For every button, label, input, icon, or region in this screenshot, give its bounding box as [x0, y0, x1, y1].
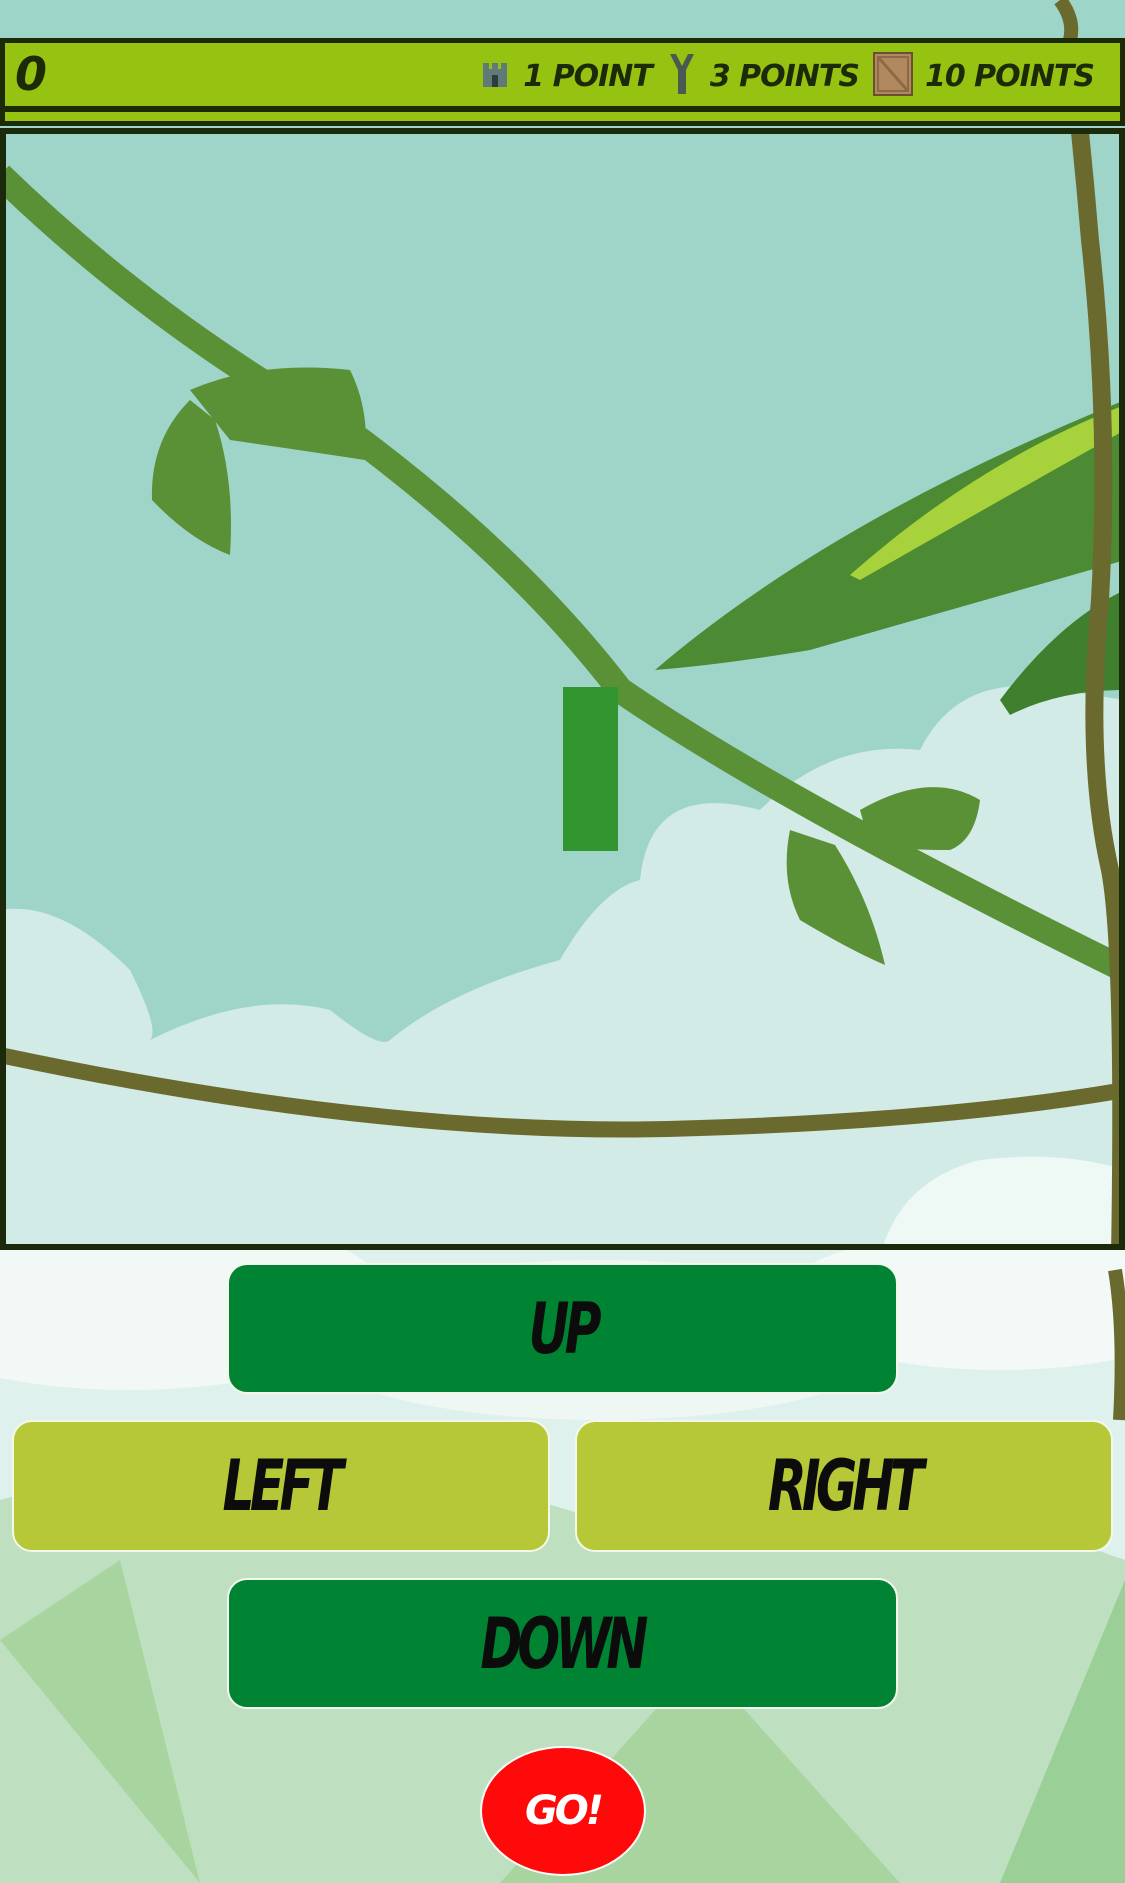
right-button[interactable]: RIGHT [575, 1420, 1113, 1552]
score-value: 0 [15, 47, 47, 101]
legend-label-1: 1 POINT [523, 58, 653, 94]
slingshot-icon [666, 52, 698, 100]
crate-icon [872, 52, 913, 100]
legend-label-10: 10 POINTS [924, 58, 1095, 94]
left-button-label: LEFT [222, 1445, 344, 1527]
up-button-label: UP [528, 1287, 601, 1370]
snake-head [563, 687, 618, 742]
up-button[interactable]: UP [227, 1263, 898, 1394]
snake-tail [563, 797, 618, 851]
down-button[interactable]: DOWN [227, 1578, 898, 1709]
left-button[interactable]: LEFT [12, 1420, 550, 1552]
points-legend: 1 POINT 3 POINTS 10 POINTS [465, 51, 1095, 101]
snake-body-segment [563, 742, 618, 797]
down-button-label: DOWN [480, 1602, 649, 1685]
score-bar-divider [5, 106, 1120, 112]
go-button-label: GO! [524, 1788, 604, 1834]
legend-item-crate: 10 POINTS [872, 52, 1095, 100]
go-button[interactable]: GO! [480, 1746, 646, 1876]
game-board [0, 128, 1125, 1250]
score-bar: 0 1 POINT 3 POINTS 10 POINTS [0, 38, 1125, 126]
right-button-label: RIGHT [768, 1445, 924, 1527]
legend-item-slingshot: 3 POINTS [666, 52, 860, 100]
tower-icon [479, 59, 511, 93]
legend-item-tower: 1 POINT [479, 58, 653, 94]
legend-label-3: 3 POINTS [709, 58, 860, 94]
